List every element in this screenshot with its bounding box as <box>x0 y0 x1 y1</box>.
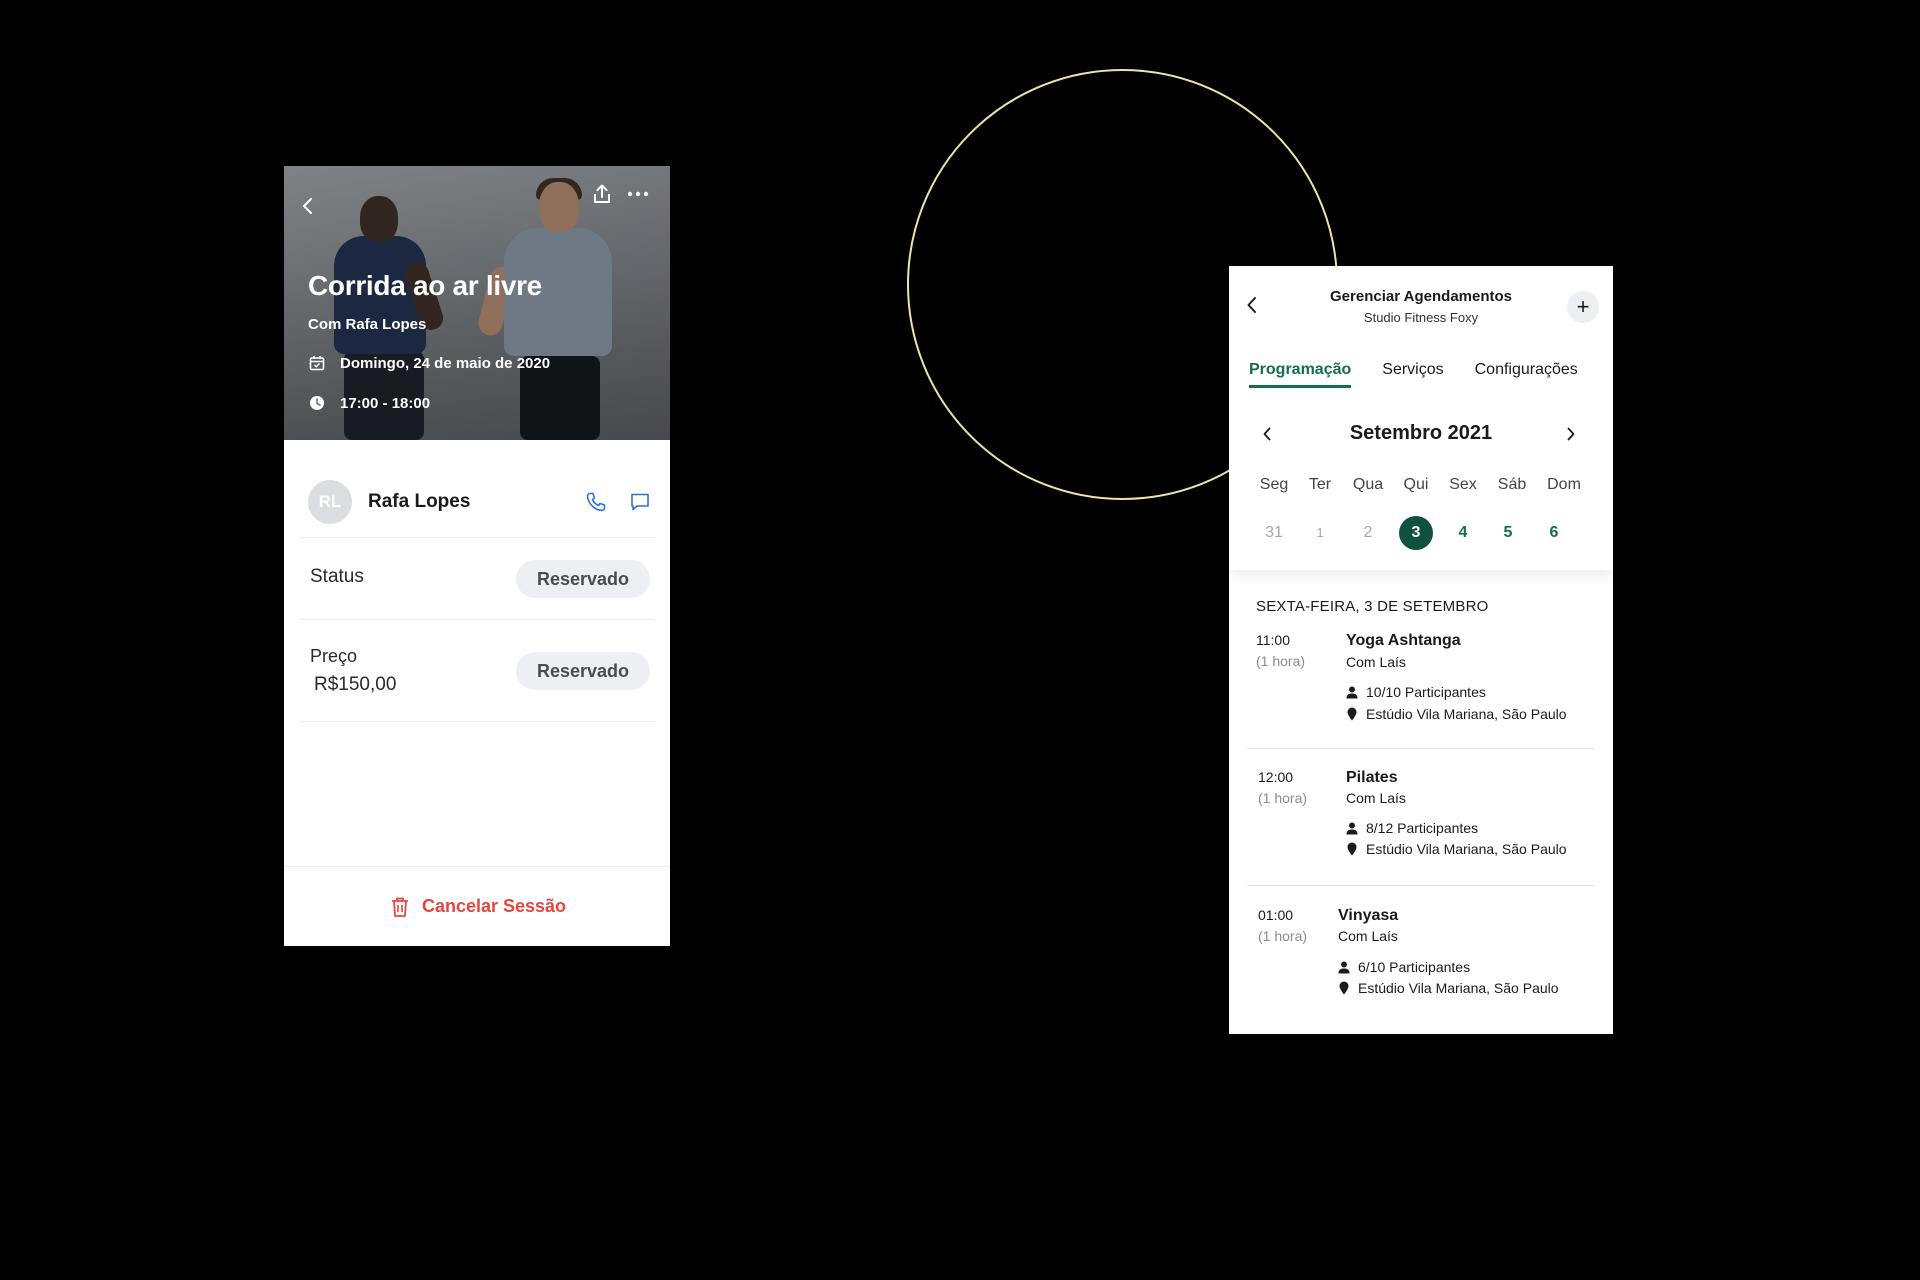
divider <box>1247 885 1595 886</box>
weekday-label: Dom <box>1547 476 1581 493</box>
session-date: Domingo, 24 de maio de 2020 <box>340 354 551 372</box>
session-duration: (1 hora) <box>1258 790 1308 806</box>
weekday-label: Seg <box>1259 476 1289 493</box>
session-list-item[interactable]: 11:00 (1 hora) Yoga Ashtanga Com Laís 10… <box>1247 632 1595 754</box>
session-location: Estúdio Vila Mariana, São Paulo <box>1346 841 1567 857</box>
weekday-label: Ter <box>1308 476 1332 493</box>
phone-icon[interactable] <box>582 488 610 516</box>
session-list-item[interactable]: 12:00 (1 hora) Pilates Com Laís 8/12 Par… <box>1247 769 1595 891</box>
session-participants: 6/10 Participantes <box>1338 959 1470 975</box>
tab-bar: Programação Serviços Configurações <box>1229 346 1613 394</box>
calendar-day[interactable]: 2 <box>1351 516 1385 550</box>
back-icon[interactable] <box>296 194 320 218</box>
person-icon <box>1338 960 1350 974</box>
session-duration: (1 hora) <box>1256 653 1306 669</box>
participants-text: 6/10 Participantes <box>1358 959 1471 975</box>
session-instructor: Com Laís <box>1346 790 1406 806</box>
location-pin-icon <box>1338 981 1350 995</box>
cancel-session-button[interactable]: Cancelar Sessão <box>284 866 670 946</box>
session-title: Corrida ao ar livre <box>308 270 542 301</box>
calendar-day[interactable]: 4 <box>1446 516 1480 550</box>
page-title: Gerenciar Agendamentos <box>1330 288 1512 305</box>
tab-configuracoes[interactable]: Configurações <box>1475 346 1578 394</box>
status-label: Status <box>310 566 364 587</box>
session-participants: 10/10 Participantes <box>1346 684 1486 700</box>
person-icon <box>1346 821 1358 835</box>
status-row: Status Reservado <box>300 538 654 620</box>
contact-row: RL Rafa Lopes <box>300 466 654 538</box>
session-participants: 8/12 Participantes <box>1346 820 1478 836</box>
contact-name: Rafa Lopes <box>368 490 471 512</box>
session-instructor: Com Laís <box>1338 928 1398 944</box>
status-badge[interactable]: Reservado <box>516 560 650 598</box>
tab-programacao[interactable]: Programação <box>1249 346 1352 394</box>
clock-icon <box>308 394 326 412</box>
location-pin-icon <box>1346 707 1358 721</box>
calendar-month: Setembro 2021 <box>1349 422 1493 444</box>
session-time: 17:00 - 18:00 <box>340 394 431 412</box>
session-instructor: Com Rafa Lopes <box>308 316 427 333</box>
plus-icon: + <box>1576 294 1590 319</box>
day-heading: SEXTA-FEIRA, 3 DE SETEMBRO <box>1256 598 1489 615</box>
calendar-day-selected[interactable]: 3 <box>1399 516 1433 550</box>
avatar: RL <box>308 479 352 524</box>
week-calendar: Setembro 2021 Seg Ter Qua Qui Sex Sáb Do… <box>1229 394 1613 570</box>
tab-servicos[interactable]: Serviços <box>1382 346 1443 394</box>
person-icon <box>1346 685 1358 699</box>
calendar-day[interactable]: 6 <box>1537 516 1571 550</box>
location-pin-icon <box>1346 842 1358 856</box>
page-subtitle: Studio Fitness Foxy <box>1363 310 1479 325</box>
session-instructor: Com Laís <box>1346 654 1406 670</box>
participants-text: 10/10 Participantes <box>1366 684 1486 700</box>
hero-photo: Corrida ao ar livre Com Rafa Lopes Domin… <box>284 166 670 440</box>
session-time: 11:00 <box>1256 632 1290 648</box>
price-status-badge[interactable]: Reservado <box>516 652 650 690</box>
session-duration: (1 hora) <box>1258 928 1308 944</box>
price-row: Preço R$150,00 Reservado <box>300 620 654 722</box>
weekday-label: Qui <box>1403 476 1429 493</box>
share-icon[interactable] <box>590 182 614 206</box>
chevron-right-icon[interactable] <box>1559 422 1583 446</box>
schedule-card: Gerenciar Agendamentos Studio Fitness Fo… <box>1229 266 1613 1034</box>
location-text: Estúdio Vila Mariana, São Paulo <box>1358 980 1559 996</box>
session-name: Pilates <box>1346 769 1398 786</box>
calendar-day[interactable]: 31 <box>1257 516 1291 550</box>
price-label: Preço <box>310 646 358 666</box>
divider <box>1247 748 1595 749</box>
weekday-label: Sex <box>1449 476 1477 493</box>
more-icon[interactable] <box>626 182 650 206</box>
calendar-day[interactable]: 5 <box>1491 516 1525 550</box>
session-time-row: 17:00 - 18:00 <box>308 394 430 412</box>
price-amount: R$150,00 <box>314 674 397 695</box>
session-name: Yoga Ashtanga <box>1346 632 1461 649</box>
session-date-row: Domingo, 24 de maio de 2020 <box>308 354 550 372</box>
weekday-label: Qua <box>1352 476 1384 493</box>
session-time: 12:00 <box>1258 769 1294 785</box>
session-list-item[interactable]: 01:00 (1 hora) Vinyasa Com Laís 6/10 Par… <box>1247 907 1595 1017</box>
session-detail-card: Corrida ao ar livre Com Rafa Lopes Domin… <box>284 166 670 946</box>
cancel-session-label: Cancelar Sessão <box>421 896 567 916</box>
add-button[interactable]: + <box>1567 291 1599 323</box>
calendar-icon <box>308 354 326 372</box>
schedule-header: Gerenciar Agendamentos Studio Fitness Fo… <box>1229 266 1613 346</box>
participants-text: 8/12 Participantes <box>1366 820 1479 836</box>
calendar-day[interactable]: 1 <box>1303 516 1337 550</box>
location-text: Estúdio Vila Mariana, São Paulo <box>1366 841 1567 857</box>
location-text: Estúdio Vila Mariana, São Paulo <box>1366 706 1567 722</box>
weekday-label: Sáb <box>1497 476 1527 493</box>
chat-icon[interactable] <box>626 488 654 516</box>
session-location: Estúdio Vila Mariana, São Paulo <box>1346 706 1567 722</box>
session-location: Estúdio Vila Mariana, São Paulo <box>1338 980 1559 996</box>
session-name: Vinyasa <box>1338 907 1399 924</box>
trash-icon <box>388 895 412 919</box>
session-time: 01:00 <box>1258 907 1294 923</box>
